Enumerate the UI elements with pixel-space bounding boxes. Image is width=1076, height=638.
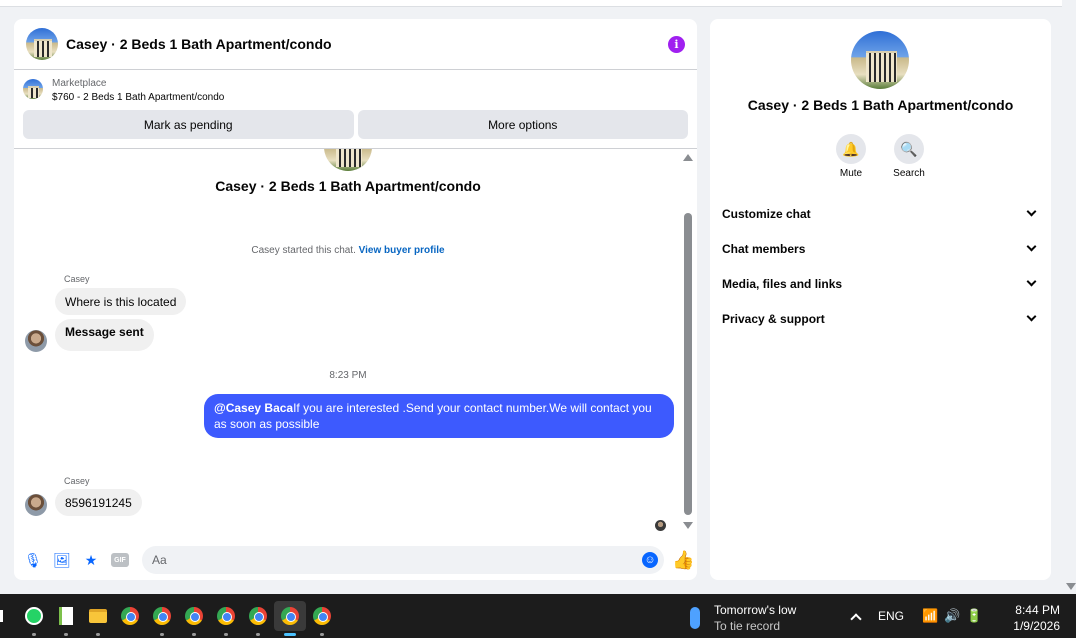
marketplace-listing[interactable]: Marketplace $760 - 2 Beds 1 Bath Apartme…: [14, 70, 697, 105]
taskbar-notepad[interactable]: [50, 601, 82, 636]
chat-title[interactable]: Casey · 2 Beds 1 Bath Apartment/condo: [66, 36, 332, 52]
conversation-title: Casey · 2 Beds 1 Bath Apartment/condo: [215, 178, 481, 194]
menu-label: Chat members: [722, 241, 806, 256]
taskbar: Tomorrow's low To tie record ENG 📶🔊🔋 8:4…: [0, 594, 1076, 638]
emoji-icon[interactable]: ☺: [642, 552, 658, 568]
mute-label: Mute: [839, 168, 863, 179]
mark-as-pending-button[interactable]: Mark as pending: [23, 110, 354, 139]
weather-title: Tomorrow's low: [714, 603, 797, 617]
sender-avatar[interactable]: [25, 330, 47, 352]
marketplace-label: Marketplace: [52, 78, 107, 89]
chrome-icon: [153, 607, 171, 625]
bell-icon: 🔔: [836, 134, 866, 164]
microphone-icon[interactable]: 🎙: [24, 551, 42, 569]
menu-chat-members[interactable]: Chat members: [722, 231, 1039, 266]
incoming-message[interactable]: Message sent: [55, 319, 154, 351]
menu-privacy-support[interactable]: Privacy & support: [722, 301, 1039, 336]
incoming-message[interactable]: Where is this located: [55, 288, 187, 315]
chat-started-notice: Casey started this chat. View buyer prof…: [14, 245, 682, 256]
taskbar-chrome-profile[interactable]: [306, 601, 338, 636]
chrome-icon: [185, 607, 203, 625]
taskbar-whatsapp[interactable]: [18, 601, 50, 636]
page-scroll-down-arrow[interactable]: [1066, 583, 1076, 590]
system-clock[interactable]: 8:44 PM 1/9/2026: [1006, 602, 1060, 634]
clock-date: 1/9/2026: [1013, 619, 1060, 633]
message-input-placeholder: Aa: [152, 553, 167, 567]
gif-icon[interactable]: GIF: [111, 553, 129, 567]
seen-indicator-avatar: [655, 520, 666, 531]
taskbar-chrome-profile[interactable]: [210, 601, 242, 636]
whatsapp-icon: [25, 607, 43, 625]
chrome-icon: [121, 607, 139, 625]
outgoing-message[interactable]: @Casey BacaIf you are interested .Send y…: [204, 394, 674, 438]
scroll-up-arrow[interactable]: [683, 154, 693, 161]
mute-button[interactable]: 🔔 Mute: [836, 134, 866, 179]
language-indicator[interactable]: ENG: [878, 609, 904, 623]
clock-time: 8:44 PM: [1015, 603, 1060, 617]
menu-customize-chat[interactable]: Customize chat: [722, 196, 1039, 231]
chevron-up-icon[interactable]: [850, 612, 862, 625]
menu-label: Customize chat: [722, 206, 811, 221]
sender-name: Casey: [64, 476, 90, 486]
weather-subtitle: To tie record: [714, 619, 781, 633]
taskbar-chrome-active[interactable]: [274, 601, 306, 636]
conversation-avatar: [324, 149, 372, 171]
search-label: Search: [893, 168, 925, 179]
message-list[interactable]: Casey · 2 Beds 1 Bath Apartment/condo Ca…: [14, 148, 697, 540]
scroll-down-arrow[interactable]: [683, 522, 693, 529]
scrollbar-thumb[interactable]: [684, 213, 692, 515]
sender-name: Casey: [64, 274, 90, 284]
message-timestamp: 8:23 PM: [329, 370, 367, 381]
chat-header: Casey · 2 Beds 1 Bath Apartment/condo i: [14, 19, 697, 70]
sidebar-avatar[interactable]: [851, 31, 909, 89]
thumbs-up-icon[interactable]: 👍: [672, 550, 694, 571]
taskbar-start-edge: [0, 610, 3, 622]
chevron-down-icon: [1026, 241, 1037, 252]
taskbar-chrome-profile[interactable]: [178, 601, 210, 636]
message-input[interactable]: Aa ☺: [142, 546, 664, 574]
view-buyer-profile-link[interactable]: View buyer profile: [359, 245, 445, 256]
chevron-down-icon: [1026, 276, 1037, 287]
menu-label: Privacy & support: [722, 311, 825, 326]
mention[interactable]: @Casey Baca: [214, 401, 293, 415]
listing-avatar[interactable]: [26, 28, 58, 60]
folder-icon: [89, 609, 107, 623]
chevron-down-icon: [1026, 311, 1037, 322]
search-button[interactable]: 🔍 Search: [893, 134, 925, 179]
chrome-icon: [217, 607, 235, 625]
sidebar-title: Casey · 2 Beds 1 Bath Apartment/condo: [747, 97, 1014, 113]
chat-info-sidebar: Casey · 2 Beds 1 Bath Apartment/condo 🔔 …: [710, 19, 1051, 580]
incoming-message[interactable]: 8596191245: [55, 489, 142, 516]
chrome-icon: [249, 607, 267, 625]
search-icon: 🔍: [894, 134, 924, 164]
chevron-down-icon: [1026, 206, 1037, 217]
taskbar-file-explorer[interactable]: [82, 601, 114, 636]
wifi-volume-battery-icons[interactable]: 📶🔊🔋: [922, 608, 989, 624]
menu-media-files-links[interactable]: Media, files and links: [722, 266, 1039, 301]
chrome-icon: [281, 607, 299, 625]
sender-avatar[interactable]: [25, 494, 47, 516]
started-text: Casey started this chat.: [251, 245, 356, 256]
listing-thumbnail: [23, 79, 43, 99]
menu-label: Media, files and links: [722, 276, 843, 291]
window-top-edge: [0, 0, 1062, 7]
weather-widget[interactable]: Tomorrow's low To tie record: [690, 602, 796, 634]
info-icon[interactable]: i: [668, 35, 685, 53]
composer: 🎙 🖼 ★ GIF Aa ☺ 👍: [14, 540, 697, 580]
taskbar-chrome-profile[interactable]: [146, 601, 178, 636]
photo-icon[interactable]: 🖼: [53, 551, 71, 569]
chrome-icon: [313, 607, 331, 625]
listing-price-title: $760 - 2 Beds 1 Bath Apartment/condo: [52, 92, 225, 103]
sticker-icon[interactable]: ★: [82, 551, 100, 569]
taskbar-chrome[interactable]: [114, 601, 146, 631]
chat-panel: Casey · 2 Beds 1 Bath Apartment/condo i …: [14, 19, 697, 580]
notepad-icon: [59, 607, 73, 625]
more-options-button[interactable]: More options: [357, 110, 688, 139]
thermometer-icon: [690, 607, 700, 629]
taskbar-chrome-profile[interactable]: [242, 601, 274, 636]
